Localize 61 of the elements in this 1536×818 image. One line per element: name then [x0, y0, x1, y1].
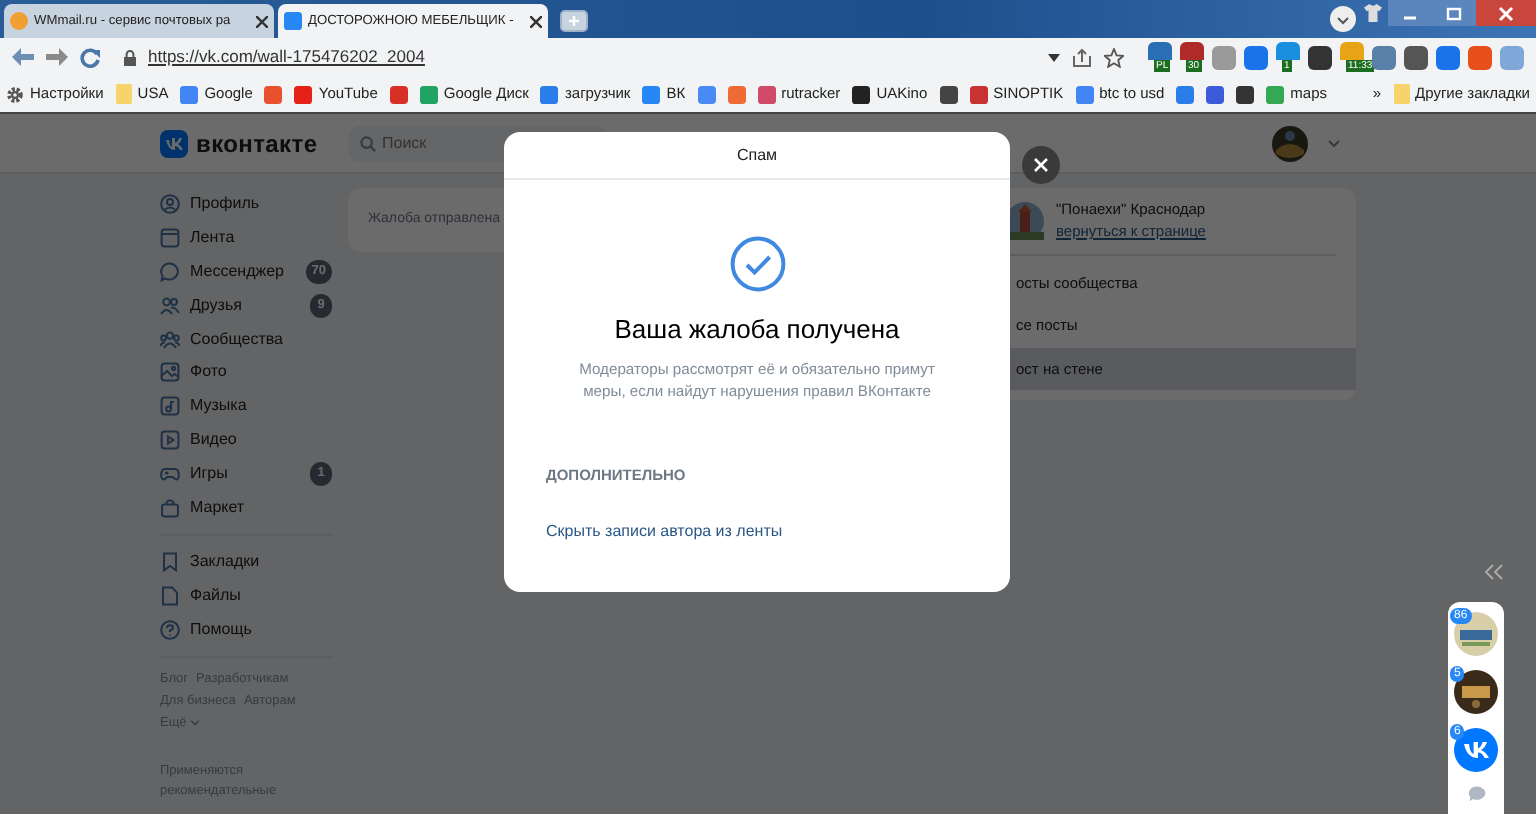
bookmark-link[interactable] [1236, 85, 1255, 103]
folder-icon [1393, 84, 1410, 104]
menu-item[interactable]: Закладки [160, 545, 332, 580]
extension-button[interactable] [1404, 45, 1428, 69]
dialog-heading: Ваша жалоба получена [614, 312, 900, 348]
image-icon [160, 362, 180, 383]
close-button[interactable] [1022, 146, 1060, 184]
window-button[interactable] [1476, 0, 1536, 26]
double-chevron-icon[interactable] [1484, 562, 1504, 582]
dialog-title: Спам [504, 132, 1010, 180]
close-icon[interactable] [530, 15, 542, 27]
window-button[interactable] [1432, 0, 1476, 26]
star-icon[interactable] [1104, 47, 1124, 67]
chevron-down-icon [190, 720, 201, 727]
help-icon [160, 619, 180, 640]
music-note-icon [160, 396, 180, 417]
menu-item[interactable]: Видео [160, 423, 332, 457]
share-icon[interactable] [1072, 47, 1092, 67]
caret-icon[interactable] [1048, 53, 1060, 61]
menu-item[interactable]: Помощь [160, 613, 332, 647]
menu-item[interactable]: Музыка [160, 389, 332, 424]
gamepad-icon [160, 463, 180, 484]
extension-button[interactable] [1180, 42, 1204, 60]
forward-icon[interactable] [46, 48, 68, 66]
bookmark-icon [160, 552, 180, 573]
new-tab-icon[interactable] [560, 10, 588, 32]
file-icon [160, 586, 180, 607]
logo-icon [160, 129, 188, 157]
bag-icon [160, 497, 180, 518]
clock-icon[interactable] [1330, 6, 1356, 32]
lock-icon [124, 49, 136, 65]
menu-item[interactable]: Сообщества [160, 322, 332, 356]
play-icon [160, 429, 180, 450]
group-icon [160, 329, 180, 350]
menu-item[interactable]: Профиль [160, 188, 332, 222]
shirt-icon[interactable] [1364, 4, 1382, 22]
menu-item[interactable]: Маркет [160, 490, 332, 524]
menu-item[interactable]: Фото [160, 355, 332, 390]
reload-icon[interactable] [80, 47, 100, 67]
window-icon [160, 228, 180, 249]
menu-item[interactable]: Лента [160, 221, 332, 256]
person-circle-icon [160, 194, 180, 215]
maximize-icon [1444, 5, 1464, 21]
search-icon [360, 135, 376, 151]
bookmark-link[interactable] [939, 85, 958, 103]
chat-bubble-icon [160, 261, 180, 282]
menu-item[interactable]: Файлы [160, 579, 332, 614]
window-button[interactable] [1388, 0, 1432, 26]
check-circle-icon [729, 236, 785, 292]
close-icon [1496, 5, 1516, 21]
people-icon [160, 295, 180, 316]
logo-text: вконтакте [196, 127, 318, 161]
address-field[interactable]: https://vk.com/wall-175476202_2004 [148, 44, 1036, 70]
vk-logo-icon [1454, 728, 1498, 772]
back-icon[interactable] [12, 48, 34, 66]
bookmark-link[interactable] [1206, 85, 1225, 103]
chevron-down-icon[interactable] [1328, 139, 1340, 147]
extension-button[interactable] [1308, 45, 1332, 69]
close-icon[interactable] [256, 15, 268, 27]
close-icon [1034, 158, 1048, 172]
hide-posts-link[interactable]: Скрыть записи автора из ленты [546, 519, 783, 544]
